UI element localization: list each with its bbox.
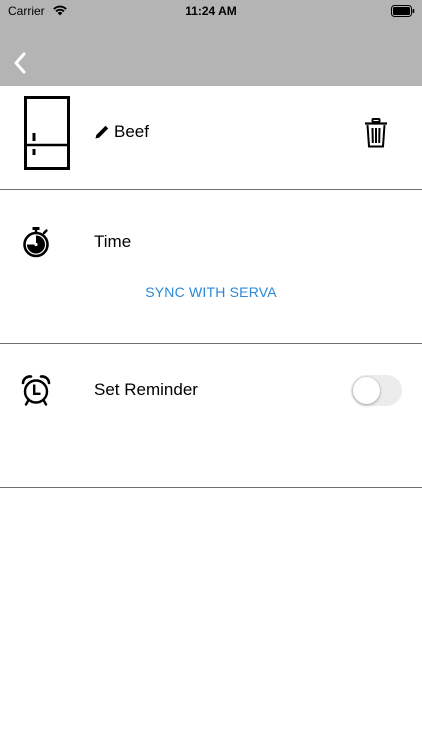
sync-with-serva-button[interactable]: SYNC WITH SERVA (0, 284, 422, 300)
divider (0, 343, 422, 344)
time-label: Time (94, 232, 132, 251)
fridge-icon (24, 96, 70, 170)
chevron-left-icon (14, 52, 26, 74)
reminder-toggle[interactable] (351, 375, 402, 406)
alarm-clock-icon (21, 375, 51, 406)
divider (0, 487, 422, 488)
status-time: 11:24 AM (185, 4, 237, 18)
nav-bar: Carrier 11:24 AM (0, 0, 422, 86)
item-name[interactable]: Beef (114, 122, 149, 142)
stopwatch-icon (23, 227, 49, 258)
food-item-detail-screen: Carrier 11:24 AM Beef Time SYNC WITH SER… (0, 0, 422, 750)
back-button[interactable] (8, 48, 36, 78)
pencil-icon[interactable] (94, 124, 110, 140)
battery-icon (391, 5, 415, 17)
set-reminder-label: Set Reminder (94, 380, 198, 399)
trash-icon[interactable] (364, 118, 388, 148)
toggle-knob (353, 377, 380, 404)
divider (0, 189, 422, 190)
